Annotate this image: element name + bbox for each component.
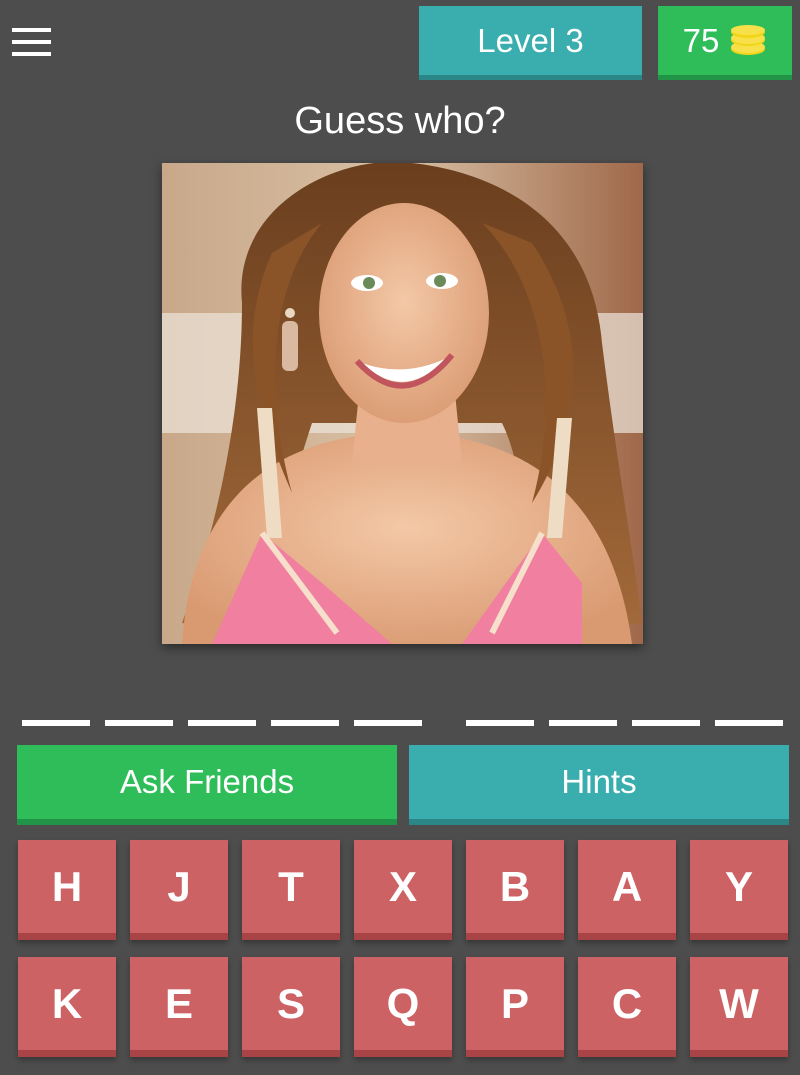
letter-key[interactable]: Y bbox=[690, 840, 788, 940]
answer-slot[interactable] bbox=[715, 720, 783, 726]
answer-slot[interactable] bbox=[188, 720, 256, 726]
portrait-photo bbox=[162, 163, 643, 644]
menu-button[interactable] bbox=[12, 24, 52, 60]
answer-slot[interactable] bbox=[105, 720, 173, 726]
answer-slot[interactable] bbox=[354, 720, 422, 726]
hints-label: Hints bbox=[561, 763, 637, 800]
coin-count: 75 bbox=[682, 21, 720, 59]
coins-badge[interactable]: 75 bbox=[658, 6, 792, 80]
hamburger-menu-icon-line bbox=[12, 52, 51, 56]
game-screen: Level 3 75 Guess who? Ask Friends Hints … bbox=[0, 0, 800, 1075]
letter-key[interactable]: E bbox=[130, 957, 228, 1057]
answer-slot[interactable] bbox=[632, 720, 700, 726]
letter-key[interactable]: Q bbox=[354, 957, 452, 1057]
ask-friends-label: Ask Friends bbox=[119, 763, 295, 800]
answer-slots bbox=[0, 720, 800, 726]
ask-friends-button[interactable]: Ask Friends bbox=[17, 745, 397, 825]
level-badge: Level 3 bbox=[419, 6, 642, 80]
level-label: Level 3 bbox=[477, 21, 584, 59]
hints-button[interactable]: Hints bbox=[409, 745, 789, 825]
letter-key[interactable]: A bbox=[578, 840, 676, 940]
hamburger-menu-icon-line bbox=[12, 40, 51, 44]
letter-key[interactable]: K bbox=[18, 957, 116, 1057]
letter-key[interactable]: W bbox=[690, 957, 788, 1057]
coins-stack-icon bbox=[731, 24, 766, 55]
letter-key[interactable]: S bbox=[242, 957, 340, 1057]
letter-key[interactable]: P bbox=[466, 957, 564, 1057]
letter-key[interactable]: C bbox=[578, 957, 676, 1057]
answer-slot[interactable] bbox=[549, 720, 617, 726]
answer-slot[interactable] bbox=[466, 720, 534, 726]
letter-key[interactable]: T bbox=[242, 840, 340, 940]
answer-slot[interactable] bbox=[22, 720, 90, 726]
answer-slot[interactable] bbox=[271, 720, 339, 726]
question-prompt: Guess who? bbox=[294, 100, 506, 142]
portrait-photo-image bbox=[162, 163, 643, 644]
hamburger-menu-icon bbox=[12, 28, 51, 32]
letter-key[interactable]: H bbox=[18, 840, 116, 940]
letter-key[interactable]: X bbox=[354, 840, 452, 940]
letter-key[interactable]: B bbox=[466, 840, 564, 940]
letter-key[interactable]: J bbox=[130, 840, 228, 940]
